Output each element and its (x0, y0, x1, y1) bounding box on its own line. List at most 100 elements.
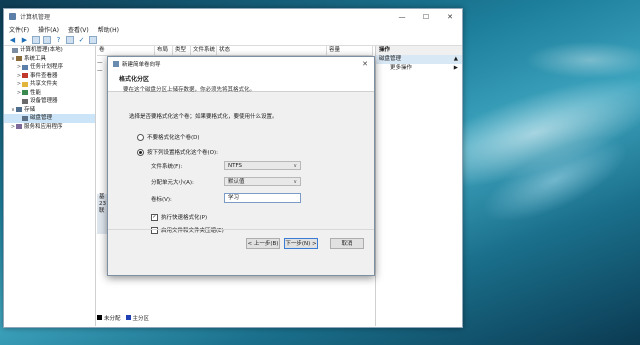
device-icon (22, 98, 28, 104)
cancel-button[interactable]: 取消 (330, 238, 364, 249)
minimize-button[interactable]: — (390, 13, 414, 21)
chevron-down-icon: ∨ (293, 163, 297, 169)
filesystem-value: NTFS (228, 163, 243, 169)
dialog-heading: 格式化分区 (119, 76, 150, 83)
quick-format-checkbox[interactable]: ✓ 执行快速格式化(P) (151, 213, 207, 221)
check-icon[interactable]: ✓ (77, 36, 86, 44)
checkbox-checked-icon[interactable]: ✓ (151, 213, 158, 221)
volume-list-header: 卷 布局 类型 文件系统 状态 容量 (97, 46, 373, 56)
volume-cell: — (97, 68, 103, 74)
show-hide-tree-icon[interactable] (32, 35, 40, 44)
help-icon[interactable]: ? (54, 36, 63, 44)
properties-icon[interactable] (43, 35, 51, 44)
title-bar: 计算机管理 — ☐ ✕ (4, 9, 462, 24)
column-header-filesystem[interactable]: 文件系统 (191, 46, 217, 55)
tree-item-system-tools[interactable]: ∨ 系统工具 (4, 55, 95, 64)
column-header-volume[interactable]: 卷 (97, 46, 155, 55)
legend-label: 主分区 (132, 315, 150, 322)
legend-primary-partition: 主分区 (125, 314, 150, 322)
column-header-status[interactable]: 状态 (217, 46, 327, 55)
actions-header: 操作 (376, 46, 462, 55)
submenu-arrow-icon: ▶ (453, 65, 458, 71)
tree-item-label: 计算机管理(本地) (20, 47, 63, 53)
tree-item-shared-folders[interactable]: > 共享文件夹 (4, 80, 95, 89)
radio-button-selected[interactable] (137, 148, 144, 156)
format-prompt: 选择是否要格式化这个卷；如果要格式化，要使用什么设置。 (129, 114, 278, 120)
dialog-close-button[interactable]: ✕ (362, 60, 368, 68)
allocation-unit-label: 分配单元大小(A): (151, 180, 194, 186)
back-arrow-icon[interactable]: ◀ (8, 36, 17, 44)
tree-item-label: 性能 (30, 89, 42, 96)
menu-bar: 文件(F) 操作(A) 查看(V) 帮助(H) (4, 24, 462, 34)
disk-legend: 未分配 主分区 (97, 313, 149, 322)
toolbar: ◀ ▶ ? ✓ (4, 34, 462, 46)
legend-swatch (97, 314, 102, 320)
filesystem-select[interactable]: NTFS ∨ (224, 161, 301, 170)
chevron-down-icon: ∨ (293, 179, 297, 185)
tree-item-disk-management[interactable]: 磁盘管理 (4, 114, 95, 123)
menu-view[interactable]: 查看(V) (68, 25, 89, 34)
allocation-unit-value: 默认值 (228, 179, 245, 185)
allocation-unit-select[interactable]: 默认值 ∨ (224, 177, 301, 186)
computer-management-icon (9, 13, 16, 20)
column-header-capacity[interactable]: 容量 (327, 46, 373, 55)
tree-item-label: 任务计划程序 (30, 64, 64, 70)
volume-label-input[interactable]: 学习 (224, 193, 301, 203)
radio-button[interactable] (137, 133, 144, 141)
tree-item-label: 磁盘管理 (30, 115, 53, 121)
event-icon (22, 73, 28, 79)
dialog-title-bar: 新建简单卷向导 ✕ (108, 57, 374, 70)
volume-label-label: 卷标(V): (151, 197, 172, 203)
back-button[interactable]: < 上一步(B) (246, 238, 280, 249)
tree-item-services-apps[interactable]: > 服务和应用程序 (4, 123, 95, 132)
tree-item-label: 存储 (24, 106, 36, 113)
clock-icon (22, 64, 28, 70)
tree-item-event-viewer[interactable]: > 事件查看器 (4, 72, 95, 81)
legend-label: 未分配 (104, 315, 121, 322)
tree-item-storage[interactable]: ∨ 存储 (4, 106, 95, 115)
forward-arrow-icon[interactable]: ▶ (20, 36, 29, 44)
radio-label: 不要格式化这个卷(D) (147, 135, 200, 141)
actions-section-label: 磁盘管理 (379, 56, 402, 62)
tree-item-label: 设备管理器 (30, 98, 58, 104)
more-actions-item[interactable]: 更多操作 ▶ (376, 64, 462, 73)
legend-unallocated: 未分配 (97, 314, 121, 322)
actions-section-disk-management[interactable]: 磁盘管理 ▲ (376, 55, 462, 64)
tree-item-computer-management[interactable]: 计算机管理(本地) (4, 46, 95, 55)
menu-action[interactable]: 操作(A) (38, 25, 59, 34)
format-radio[interactable]: 按下列设置格式化这个卷(O): (137, 148, 218, 156)
column-header-type[interactable]: 类型 (173, 46, 191, 55)
window-title: 计算机管理 (20, 14, 51, 21)
menu-help[interactable]: 帮助(H) (98, 25, 119, 34)
view-icon[interactable] (66, 35, 74, 44)
services-icon (16, 124, 22, 130)
tree-item-performance[interactable]: > 性能 (4, 89, 95, 98)
maximize-button[interactable]: ☐ (414, 13, 438, 21)
column-header-layout[interactable]: 布局 (155, 46, 173, 55)
tree-item-label: 共享文件夹 (30, 81, 58, 87)
disk-icon (22, 115, 28, 121)
dialog-body: 选择是否要格式化这个卷；如果要格式化，要使用什么设置。 不要格式化这个卷(D) … (108, 92, 374, 256)
dialog-footer: < 上一步(B) 下一步(N) > 取消 (108, 229, 374, 256)
tree-item-label: 系统工具 (24, 55, 47, 62)
dialog-title: 新建简单卷向导 (122, 61, 161, 68)
filesystem-label: 文件系统(F): (151, 164, 183, 170)
list-icon[interactable] (89, 35, 97, 44)
tree-item-task-scheduler[interactable]: > 任务计划程序 (4, 63, 95, 72)
more-actions-label: 更多操作 (390, 65, 413, 71)
close-button[interactable]: ✕ (438, 13, 462, 21)
new-simple-volume-wizard: 新建简单卷向导 ✕ 格式化分区 要在这个磁盘分区上储存数据，你必须先将其格式化。… (107, 56, 375, 276)
next-button[interactable]: 下一步(N) > (284, 238, 318, 249)
volume-cell: — (97, 60, 103, 66)
checkbox-label: 执行快速格式化(P) (161, 215, 208, 221)
navigation-tree: 计算机管理(本地) ∨ 系统工具 > 任务计划程序 > 事件查看器 > 共享文件… (4, 46, 96, 326)
actions-pane: 操作 磁盘管理 ▲ 更多操作 ▶ (375, 46, 462, 326)
wizard-icon (113, 60, 119, 67)
tree-item-label: 服务和应用程序 (24, 123, 63, 130)
computer-icon (12, 47, 18, 53)
storage-icon (16, 107, 22, 113)
menu-file[interactable]: 文件(F) (9, 25, 29, 34)
tree-item-device-manager[interactable]: 设备管理器 (4, 97, 95, 106)
no-format-radio[interactable]: 不要格式化这个卷(D) (137, 133, 200, 141)
tools-icon (16, 56, 22, 62)
